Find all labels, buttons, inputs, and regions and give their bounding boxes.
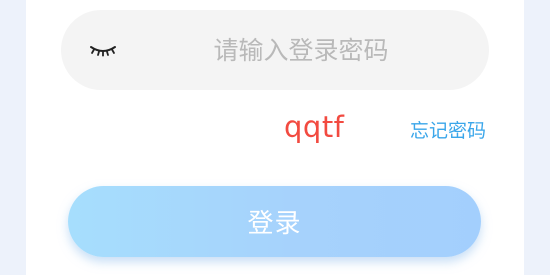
eye-closed-icon[interactable] [88,40,118,60]
captcha-code[interactable]: qqtf [284,110,344,144]
forgot-password-link[interactable]: 忘记密码 [410,116,486,143]
password-field[interactable] [61,10,489,90]
login-button[interactable]: 登录 [68,186,481,257]
password-input[interactable] [151,28,451,72]
login-card: qqtf 忘记密码 登录 [26,0,524,275]
